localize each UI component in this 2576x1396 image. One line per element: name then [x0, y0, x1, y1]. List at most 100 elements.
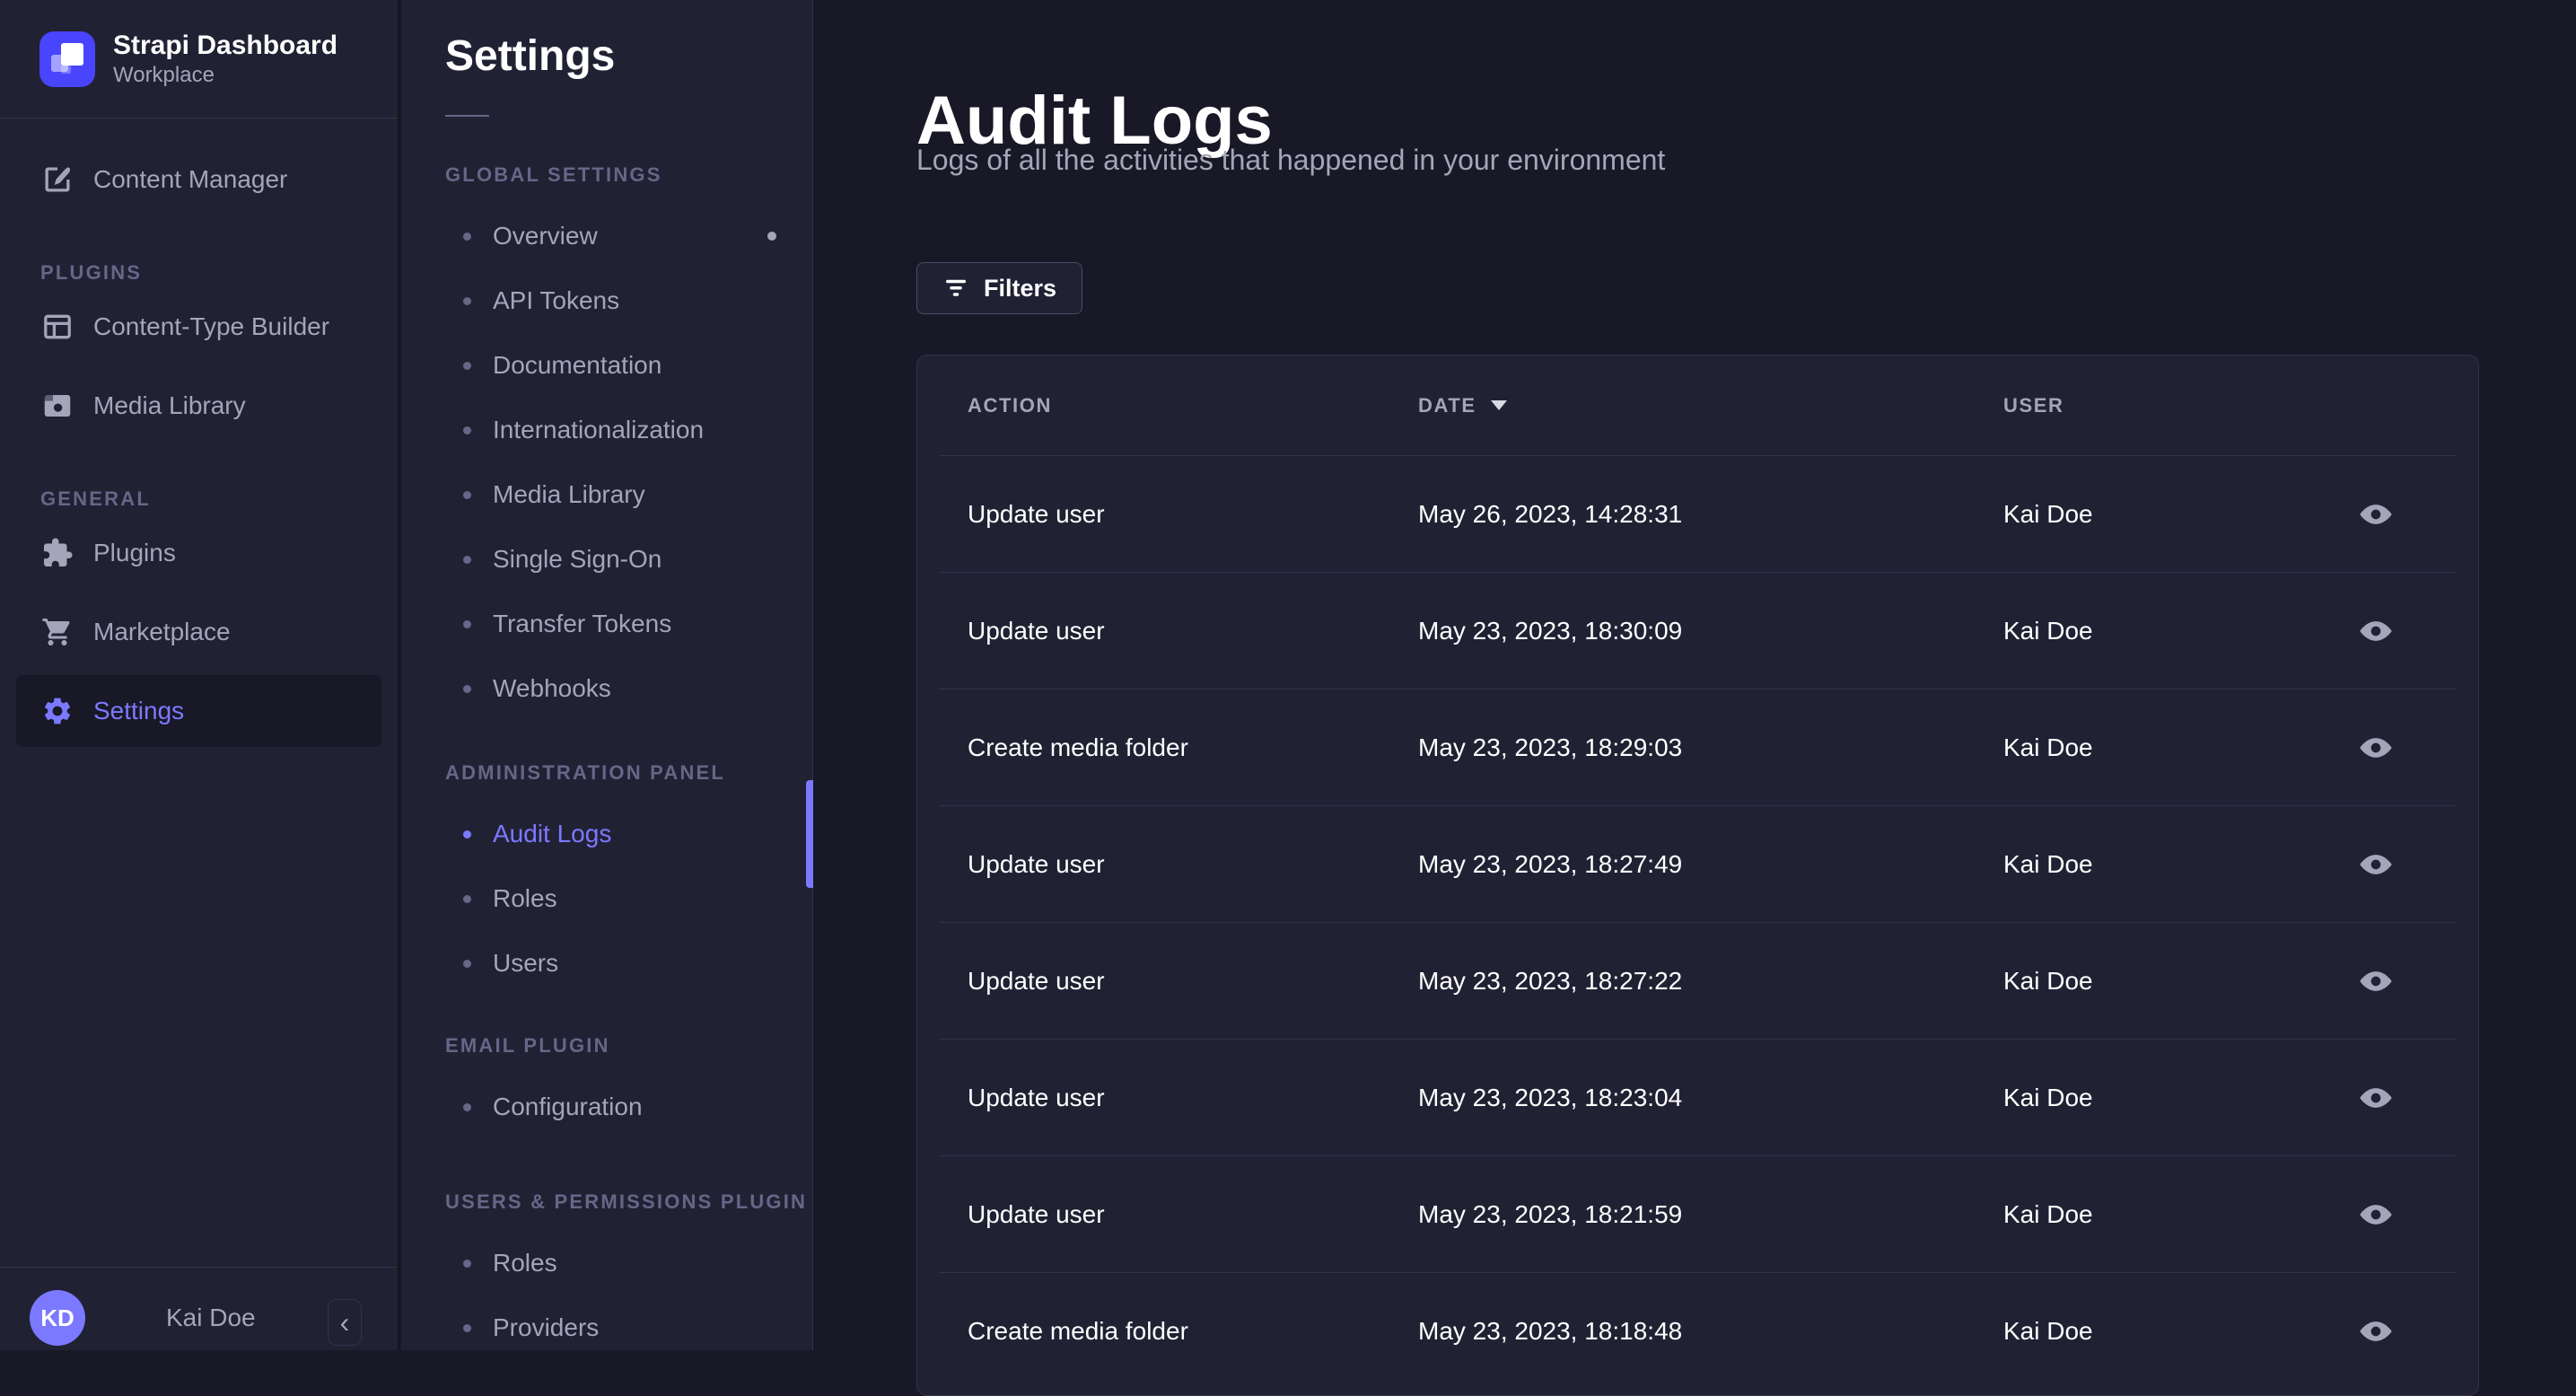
brand-subtitle: Workplace — [113, 63, 215, 87]
table-row[interactable]: Update user May 23, 2023, 18:21:59 Kai D… — [917, 1156, 2478, 1272]
settings-item-roles[interactable]: Roles — [401, 866, 812, 931]
left-sidebar: Strapi Dashboard Workplace Content Manag… — [0, 0, 399, 1350]
settings-item-api-tokens[interactable]: API Tokens — [401, 268, 812, 333]
sidebar-item-label: Media Library — [93, 391, 246, 419]
view-log-button[interactable] — [2353, 1191, 2399, 1238]
sidebar-item-settings[interactable]: Settings — [16, 675, 381, 747]
nav-section-label-general: GENERAL — [40, 487, 151, 510]
cell-action: Update user — [968, 849, 1105, 878]
view-log-button[interactable] — [2353, 724, 2399, 771]
cell-date: May 23, 2023, 18:27:49 — [1418, 849, 1683, 878]
brand-title: Strapi Dashboard — [113, 31, 338, 60]
settings-item-label: Users — [493, 949, 559, 977]
bullet-icon — [463, 361, 471, 370]
eye-icon — [2360, 737, 2392, 758]
bullet-icon — [463, 490, 471, 499]
nav-section-label-plugins: PLUGINS — [40, 261, 143, 284]
cell-action: Update user — [968, 499, 1105, 528]
cell-date: May 26, 2023, 14:28:31 — [1418, 499, 1683, 528]
caret-down-icon — [1490, 400, 1507, 410]
sidebar-divider — [0, 1267, 398, 1268]
sidebar-item-label: Content-Type Builder — [93, 312, 330, 340]
view-log-button[interactable] — [2353, 608, 2399, 654]
settings-item-providers[interactable]: Providers — [401, 1295, 812, 1360]
cell-action: Create media folder — [968, 1316, 1188, 1345]
cell-user: Kai Doe — [2003, 1316, 2093, 1345]
brand: Strapi Dashboard Workplace — [39, 30, 337, 89]
bullet-icon — [463, 296, 471, 305]
sidebar-item-label: Settings — [93, 697, 185, 724]
settings-title-divider — [445, 115, 489, 117]
settings-item-single-sign-on[interactable]: Single Sign-On — [401, 527, 812, 592]
cell-date: May 23, 2023, 18:23:04 — [1418, 1083, 1683, 1111]
cell-user: Kai Doe — [2003, 499, 2093, 528]
settings-item-overview[interactable]: Overview — [401, 204, 812, 268]
sidebar-item-media-library[interactable]: Media Library — [16, 370, 381, 442]
settings-item-documentation[interactable]: Documentation — [401, 333, 812, 398]
user-name: Kai Doe — [166, 1304, 256, 1331]
table-row[interactable]: Update user May 23, 2023, 18:23:04 Kai D… — [917, 1040, 2478, 1155]
bullet-icon — [463, 1259, 471, 1268]
table-row[interactable]: Update user May 26, 2023, 14:28:31 Kai D… — [917, 456, 2478, 572]
cell-user: Kai Doe — [2003, 1199, 2093, 1228]
sidebar-item-marketplace[interactable]: Marketplace — [16, 596, 381, 668]
settings-item-label: Media Library — [493, 480, 645, 508]
settings-menu: GLOBAL SETTINGS Overview API Tokens Docu… — [401, 139, 812, 1360]
filters-button-label: Filters — [984, 274, 1057, 302]
settings-item-internationalization[interactable]: Internationalization — [401, 398, 812, 462]
table-row[interactable]: Update user May 23, 2023, 18:30:09 Kai D… — [917, 573, 2478, 689]
cell-date: May 23, 2023, 18:27:22 — [1418, 966, 1683, 995]
audit-logs-table: ACTION DATE USER Update user May 26, 202… — [916, 355, 2479, 1396]
collapse-sidebar-button[interactable]: ‹ — [328, 1299, 362, 1346]
view-log-button[interactable] — [2353, 958, 2399, 1005]
column-header-date-label: DATE — [1418, 393, 1476, 417]
filters-button[interactable]: Filters — [916, 262, 1083, 314]
notification-dot-icon — [767, 232, 776, 241]
bullet-icon — [463, 1323, 471, 1332]
settings-sidebar: Settings GLOBAL SETTINGS Overview API To… — [401, 0, 813, 1350]
table-row[interactable]: Update user May 23, 2023, 18:27:49 Kai D… — [917, 806, 2478, 922]
settings-item-up-roles[interactable]: Roles — [401, 1231, 812, 1295]
view-log-button[interactable] — [2353, 1308, 2399, 1355]
settings-item-label: Single Sign-On — [493, 545, 662, 573]
column-header-action[interactable]: ACTION — [968, 394, 1418, 417]
sidebar-item-label: Plugins — [93, 539, 176, 566]
table-row[interactable]: Create media folder May 23, 2023, 18:29:… — [917, 689, 2478, 805]
bullet-icon — [463, 555, 471, 564]
puzzle-icon — [41, 537, 74, 569]
bullet-icon — [463, 959, 471, 968]
view-log-button[interactable] — [2353, 1075, 2399, 1121]
settings-item-label: Configuration — [493, 1093, 643, 1120]
settings-item-label: Documentation — [493, 351, 662, 379]
cart-icon — [41, 616, 74, 648]
settings-item-label: Audit Logs — [493, 820, 612, 847]
table-row[interactable]: Create media folder May 23, 2023, 18:18:… — [917, 1273, 2478, 1389]
column-header-date[interactable]: DATE — [1418, 394, 2003, 417]
layout-icon — [41, 311, 74, 343]
settings-item-media-library[interactable]: Media Library — [401, 462, 812, 527]
cell-action: Create media folder — [968, 733, 1188, 761]
settings-item-configuration[interactable]: Configuration — [401, 1075, 812, 1139]
filter-icon — [942, 275, 969, 302]
cell-date: May 23, 2023, 18:30:09 — [1418, 616, 1683, 645]
sidebar-item-content-manager[interactable]: Content Manager — [16, 144, 381, 215]
settings-item-label: Internationalization — [493, 416, 705, 443]
eye-icon — [2360, 504, 2392, 524]
column-header-user[interactable]: USER — [2003, 394, 2322, 417]
view-log-button[interactable] — [2353, 491, 2399, 538]
settings-item-label: Overview — [493, 222, 598, 250]
settings-item-users[interactable]: Users — [401, 931, 812, 996]
cell-user: Kai Doe — [2003, 733, 2093, 761]
settings-item-transfer-tokens[interactable]: Transfer Tokens — [401, 592, 812, 656]
settings-item-webhooks[interactable]: Webhooks — [401, 656, 812, 721]
view-log-button[interactable] — [2353, 841, 2399, 888]
settings-section-label-email: EMAIL PLUGIN — [445, 1034, 610, 1057]
table-row[interactable]: Update user May 23, 2023, 18:27:22 Kai D… — [917, 923, 2478, 1039]
table-header-row: ACTION DATE USER — [917, 356, 2478, 455]
sidebar-item-plugins[interactable]: Plugins — [16, 517, 381, 589]
settings-item-audit-logs[interactable]: Audit Logs — [401, 802, 812, 866]
settings-item-label: Webhooks — [493, 674, 611, 702]
eye-icon — [2360, 1321, 2392, 1341]
sidebar-item-content-type-builder[interactable]: Content-Type Builder — [16, 291, 381, 363]
picture-icon — [41, 390, 74, 422]
